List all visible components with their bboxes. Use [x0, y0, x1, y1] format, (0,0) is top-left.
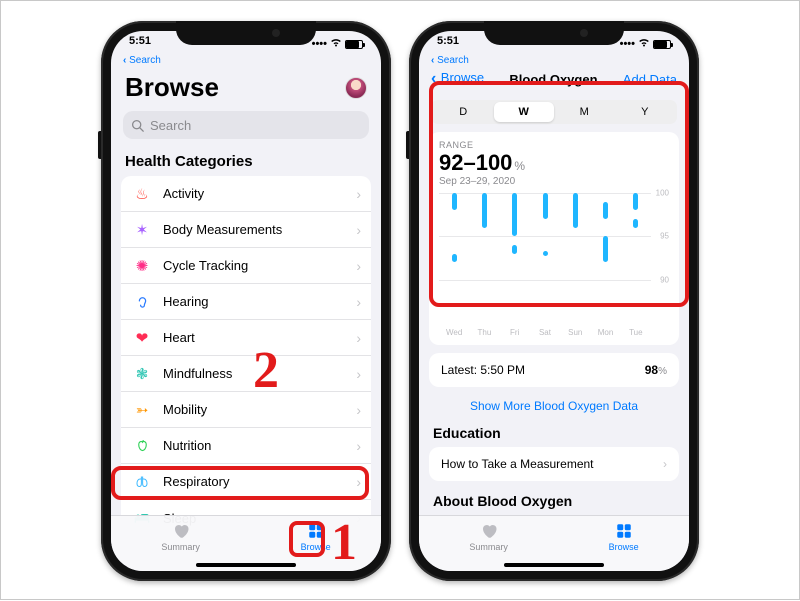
flame-icon: ♨ — [131, 185, 153, 203]
battery-icon — [653, 40, 671, 49]
category-nutrition[interactable]: Nutrition› — [121, 428, 371, 464]
range-label: RANGE — [439, 140, 669, 150]
back-button[interactable]: Browse — [431, 70, 484, 88]
chevron-right-icon: › — [356, 438, 361, 454]
home-indicator[interactable] — [196, 563, 296, 567]
body-icon: ✶ — [131, 221, 153, 239]
seg-week[interactable]: W — [494, 102, 555, 122]
nav-title: Blood Oxygen — [509, 72, 597, 87]
heart-outline-icon — [479, 522, 499, 540]
grid-icon — [614, 522, 634, 540]
back-to-search[interactable]: Search — [111, 53, 381, 66]
chart-area[interactable]: 1009590WedThuFriSatSunMonTue — [439, 193, 669, 323]
phone-right-blood-oxygen: 5:51 •••• Search Browse Blood Oxygen Add… — [409, 21, 699, 581]
search-input[interactable]: Search — [123, 111, 369, 139]
date-range: Sep 23–29, 2020 — [439, 176, 669, 187]
status-time: 5:51 — [129, 35, 151, 53]
wifi-icon — [638, 38, 650, 50]
chevron-right-icon: › — [356, 330, 361, 346]
chevron-right-icon: › — [356, 258, 361, 274]
status-bar: 5:51 •••• — [419, 35, 689, 53]
search-icon — [131, 119, 144, 132]
tab-summary[interactable]: Summary — [469, 522, 508, 552]
category-hearing[interactable]: Hearing› — [121, 284, 371, 320]
tab-browse[interactable]: Browse — [301, 522, 331, 552]
grid-icon — [306, 522, 326, 540]
time-range-segmented[interactable]: D W M Y — [431, 100, 677, 124]
signal-icon: •••• — [620, 38, 635, 50]
range-value: 92–100 % — [439, 150, 669, 176]
back-to-search[interactable]: Search — [419, 53, 689, 66]
cycle-icon: ✺ — [131, 257, 153, 275]
phone-left-browse: 5:51 •••• Search Browse Search Health Ca… — [101, 21, 391, 581]
seg-day[interactable]: D — [433, 102, 494, 122]
nav-bar: Browse Blood Oxygen Add Data — [419, 66, 689, 94]
home-indicator[interactable] — [504, 563, 604, 567]
seg-month[interactable]: M — [554, 102, 615, 122]
battery-icon — [345, 40, 363, 49]
chevron-right-icon: › — [356, 186, 361, 202]
wifi-icon — [330, 38, 342, 50]
category-cycle-tracking[interactable]: ✺Cycle Tracking› — [121, 248, 371, 284]
status-bar: 5:51 •••• — [111, 35, 381, 53]
mindfulness-icon: ❃ — [131, 365, 153, 383]
chevron-right-icon: › — [356, 474, 361, 490]
heart-icon: ❤ — [131, 329, 153, 347]
lungs-icon — [131, 474, 153, 489]
education-title: Education — [419, 425, 689, 447]
page-title: Browse — [125, 72, 219, 103]
category-heart[interactable]: ❤Heart› — [121, 320, 371, 356]
show-more-link[interactable]: Show More Blood Oxygen Data — [419, 399, 689, 413]
chevron-right-icon: › — [663, 457, 667, 471]
category-body-measurements[interactable]: ✶Body Measurements› — [121, 212, 371, 248]
chevron-right-icon: › — [356, 222, 361, 238]
tab-browse[interactable]: Browse — [609, 522, 639, 552]
chevron-right-icon: › — [356, 366, 361, 382]
category-list: ♨Activity› ✶Body Measurements› ✺Cycle Tr… — [121, 176, 371, 536]
tab-summary[interactable]: Summary — [161, 522, 200, 552]
education-row[interactable]: How to Take a Measurement › — [429, 447, 679, 481]
category-activity[interactable]: ♨Activity› — [121, 176, 371, 212]
status-time: 5:51 — [437, 35, 459, 53]
health-categories-title: Health Categories — [111, 149, 381, 176]
category-mindfulness[interactable]: ❃Mindfulness› — [121, 356, 371, 392]
category-respiratory[interactable]: Respiratory› — [121, 464, 371, 500]
seg-year[interactable]: Y — [615, 102, 676, 122]
about-title: About Blood Oxygen — [419, 493, 689, 509]
chevron-right-icon: › — [356, 294, 361, 310]
latest-reading[interactable]: Latest: 5:50 PM 98% — [429, 353, 679, 387]
mobility-icon: ➳ — [131, 401, 153, 419]
profile-avatar[interactable] — [345, 77, 367, 99]
category-mobility[interactable]: ➳Mobility› — [121, 392, 371, 428]
chevron-right-icon: › — [356, 402, 361, 418]
ear-icon — [131, 294, 153, 309]
search-placeholder: Search — [150, 118, 191, 133]
latest-label: Latest: 5:50 PM — [441, 363, 525, 377]
apple-icon — [131, 438, 153, 453]
blood-oxygen-chart: RANGE 92–100 % Sep 23–29, 2020 1009590We… — [429, 132, 679, 345]
signal-icon: •••• — [312, 38, 327, 50]
heart-outline-icon — [171, 522, 191, 540]
add-data-button[interactable]: Add Data — [623, 72, 677, 87]
